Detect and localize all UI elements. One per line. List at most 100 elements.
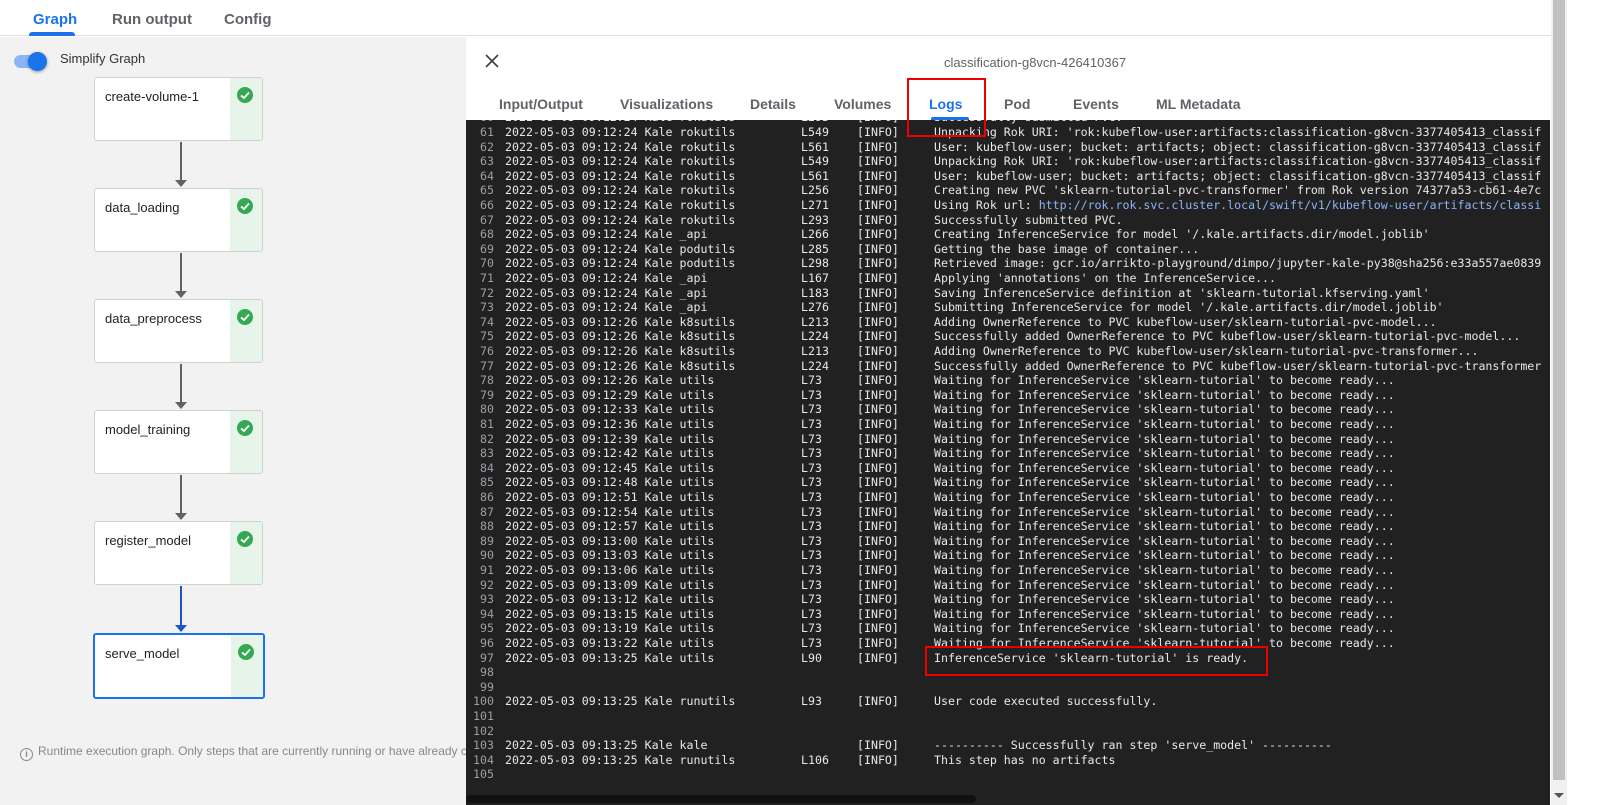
log-timestamp-source: 2022-05-03 09:12:24 Kale rokutils — [505, 198, 736, 212]
log-message: Waiting for InferenceService 'sklearn-tu… — [934, 446, 1395, 461]
log-source-line: L561 — [801, 168, 829, 183]
log-message: Waiting for InferenceService 'sklearn-tu… — [934, 417, 1395, 432]
log-message-text: Waiting for InferenceService 'sklearn-tu… — [934, 446, 1395, 461]
log-level: [INFO] — [857, 650, 899, 665]
tab-config[interactable]: Config — [224, 11, 271, 28]
log-message: InferenceService 'sklearn-tutorial' is r… — [934, 651, 1248, 666]
log-message-text: Waiting for InferenceService 'sklearn-tu… — [934, 519, 1395, 534]
log-message-text: Adding OwnerReference to PVC kubeflow-us… — [934, 314, 1437, 329]
graph-edge — [180, 475, 182, 514]
log-message: User: kubeflow-user; bucket: artifacts; … — [934, 140, 1541, 155]
graph-node-data-preprocess[interactable]: data_preprocess — [94, 299, 263, 363]
log-level: [INFO] — [857, 417, 899, 431]
log-level: [INFO] — [857, 752, 899, 767]
tab-run-output[interactable]: Run output — [112, 11, 192, 28]
tab-pod[interactable]: Pod — [1004, 96, 1030, 112]
log-source-line: L285 — [801, 241, 829, 256]
log-line-number: 75 — [480, 329, 494, 344]
tab-events[interactable]: Events — [1073, 96, 1119, 112]
log-message: Adding OwnerReference to PVC kubeflow-us… — [934, 344, 1478, 359]
simplify-graph-toggle[interactable] — [12, 51, 48, 71]
log-line-number: 98 — [480, 665, 494, 680]
log-source-line: L73 — [801, 621, 822, 636]
log-line-number: 92 — [480, 577, 494, 592]
log-horizontal-scrollbar[interactable] — [466, 795, 976, 803]
log-timestamp-source: 2022-05-03 09:13:25 Kale kale — [505, 738, 708, 753]
log-message: Creating InferenceService for model '/.k… — [934, 227, 1430, 242]
log-message-text: Waiting for InferenceService 'sklearn-tu… — [934, 402, 1395, 417]
node-name: data_loading — [105, 200, 180, 215]
log-line-number: 60 — [466, 120, 494, 125]
log-timestamp-source: 2022-05-03 09:13:15 Kale utils — [505, 606, 715, 621]
log-message: Successfully submitted PVC. — [934, 213, 1122, 228]
log-line-number: 99 — [480, 679, 494, 694]
log-source-line: L73 — [801, 373, 822, 388]
active-tab-indicator — [29, 32, 75, 36]
log-source-line: L93 — [801, 694, 822, 709]
log-message: Retrieved image: gcr.io/arrikto-playgrou… — [934, 256, 1541, 271]
log-message-text: Unpacking Rok URI: 'rok:kubeflow-user:ar… — [934, 125, 1542, 139]
success-check-icon — [237, 87, 253, 103]
log-message-text: Waiting for InferenceService 'sklearn-tu… — [934, 460, 1395, 475]
graph-node-data-loading[interactable]: data_loading — [94, 188, 263, 252]
log-viewer[interactable]: 105 104 2022-05-03 09:13:25 Kale runutils L… — [466, 120, 1550, 805]
log-timestamp-source: 2022-05-03 09:12:42 Kale utils — [505, 446, 715, 461]
log-message: Successfully added OwnerReference to PVC… — [934, 329, 1520, 344]
tab-visualizations[interactable]: Visualizations — [620, 96, 713, 112]
log-level: [INFO] — [857, 592, 899, 607]
log-message-text: Waiting for InferenceService 'sklearn-tu… — [934, 373, 1395, 388]
log-message: Waiting for InferenceService 'sklearn-tu… — [934, 505, 1395, 520]
log-message-text: Successfully added OwnerReference to PVC… — [934, 358, 1542, 373]
log-message: Creating new PVC 'sklearn-tutorial-pvc-t… — [934, 183, 1541, 198]
log-source-line: L73 — [801, 431, 822, 446]
log-level: [INFO] — [857, 125, 899, 139]
log-line-number: 102 — [473, 723, 494, 738]
graph-node-create-volume-1[interactable]: create-volume-1 — [94, 77, 263, 141]
page-vertical-scrollbar[interactable] — [1551, 0, 1567, 805]
log-line-number: 83 — [480, 446, 494, 461]
tab-ml-metadata[interactable]: ML Metadata — [1156, 96, 1241, 112]
log-url-link[interactable]: http://rok.rok.svc.cluster.local/swift/v… — [1039, 198, 1542, 212]
node-status-strip — [230, 411, 262, 473]
simplify-graph-label: Simplify Graph — [60, 51, 146, 66]
tab-volumes[interactable]: Volumes — [834, 96, 891, 112]
tab-graph[interactable]: Graph — [33, 11, 77, 28]
log-message-text: Waiting for InferenceService 'sklearn-tu… — [934, 592, 1395, 607]
log-message-text: Waiting for InferenceService 'sklearn-tu… — [934, 431, 1395, 446]
log-line-number: 78 — [480, 373, 494, 388]
log-level: [INFO] — [857, 154, 899, 169]
log-message: Successfully submitted PVC. — [934, 120, 1122, 125]
tab-details[interactable]: Details — [750, 96, 796, 112]
graph-node-register-model[interactable]: register_model — [94, 521, 263, 585]
log-message-text: User code executed successfully. — [934, 694, 1158, 709]
tab-logs[interactable]: Logs — [929, 96, 962, 112]
log-timestamp-source: 2022-05-03 09:12:57 Kale utils — [505, 519, 715, 534]
log-source-line: L293 — [801, 212, 829, 227]
log-line-number: 82 — [480, 431, 494, 446]
log-line-number: 95 — [480, 621, 494, 636]
log-source-line: L73 — [801, 606, 822, 621]
graph-node-model-training[interactable]: model_training — [94, 410, 263, 474]
log-timestamp-source: 2022-05-03 09:12:29 Kale utils — [505, 387, 715, 402]
log-timestamp-source: 2022-05-03 09:12:26 Kale utils — [505, 373, 715, 388]
node-details-panel: classification-g8vcn-426410367 Input/Out… — [466, 37, 1590, 805]
log-message: Waiting for InferenceService 'sklearn-tu… — [934, 475, 1395, 490]
edge-arrowhead-icon — [175, 180, 187, 187]
scroll-down-arrow-icon[interactable] — [1554, 793, 1564, 798]
log-source-line: L256 — [801, 183, 829, 198]
log-level: [INFO] — [857, 300, 899, 315]
tab-input-output[interactable]: Input/Output — [499, 96, 583, 112]
log-timestamp-source: 2022-05-03 09:12:26 Kale k8sutils — [505, 314, 736, 329]
node-name: data_preprocess — [105, 311, 202, 326]
log-timestamp-source: 2022-05-03 09:12:39 Kale utils — [505, 431, 715, 446]
log-message: Waiting for InferenceService 'sklearn-tu… — [934, 534, 1395, 549]
log-line-number: 86 — [480, 490, 494, 504]
graph-node-serve-model[interactable]: serve_model — [93, 633, 265, 699]
log-line-number: 100 — [473, 694, 494, 709]
log-line-number: 96 — [480, 636, 494, 650]
log-level: [INFO] — [857, 139, 899, 154]
scrollbar-thumb[interactable] — [1553, 0, 1565, 780]
graph-edge — [180, 253, 182, 292]
node-name: register_model — [105, 533, 191, 548]
log-line-number: 63 — [480, 154, 494, 169]
